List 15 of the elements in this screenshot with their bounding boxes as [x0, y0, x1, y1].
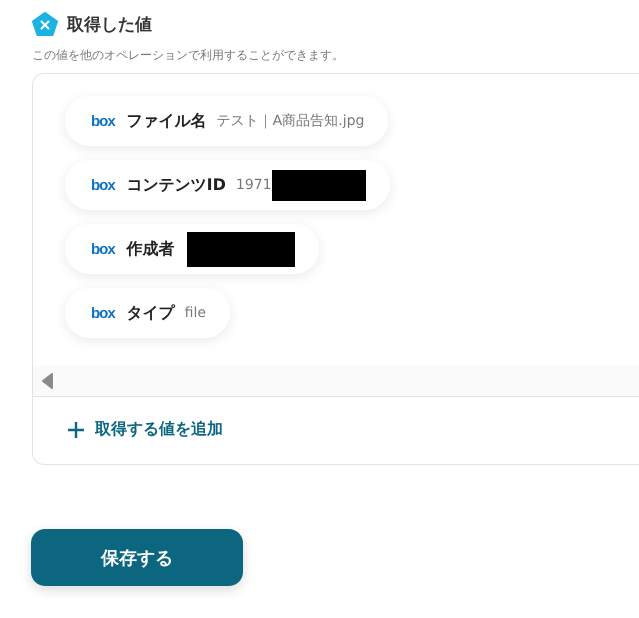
value-chip[interactable]: box タイプ file — [65, 288, 230, 338]
value-chip[interactable]: box ファイル名 テスト｜A商品告知.jpg — [65, 96, 388, 146]
add-value-button[interactable]: 取得する値を追加 — [67, 419, 223, 440]
value-chip[interactable]: box コンテンツID 1971 — [65, 160, 390, 210]
section-title: 取得した値 — [67, 14, 152, 36]
pentagon-x-icon — [32, 12, 58, 36]
section-description: この値を他のオペレーションで利用することができます。 — [32, 47, 345, 64]
box-logo: box — [91, 240, 115, 258]
scroll-left-icon[interactable] — [41, 373, 53, 389]
plus-icon — [67, 420, 85, 438]
box-logo: box — [91, 176, 115, 194]
box-logo: box — [91, 112, 115, 130]
box-logo: box — [91, 304, 115, 322]
value-chip[interactable]: box 作成者 — [65, 224, 319, 274]
save-button[interactable]: 保存する — [31, 529, 243, 586]
